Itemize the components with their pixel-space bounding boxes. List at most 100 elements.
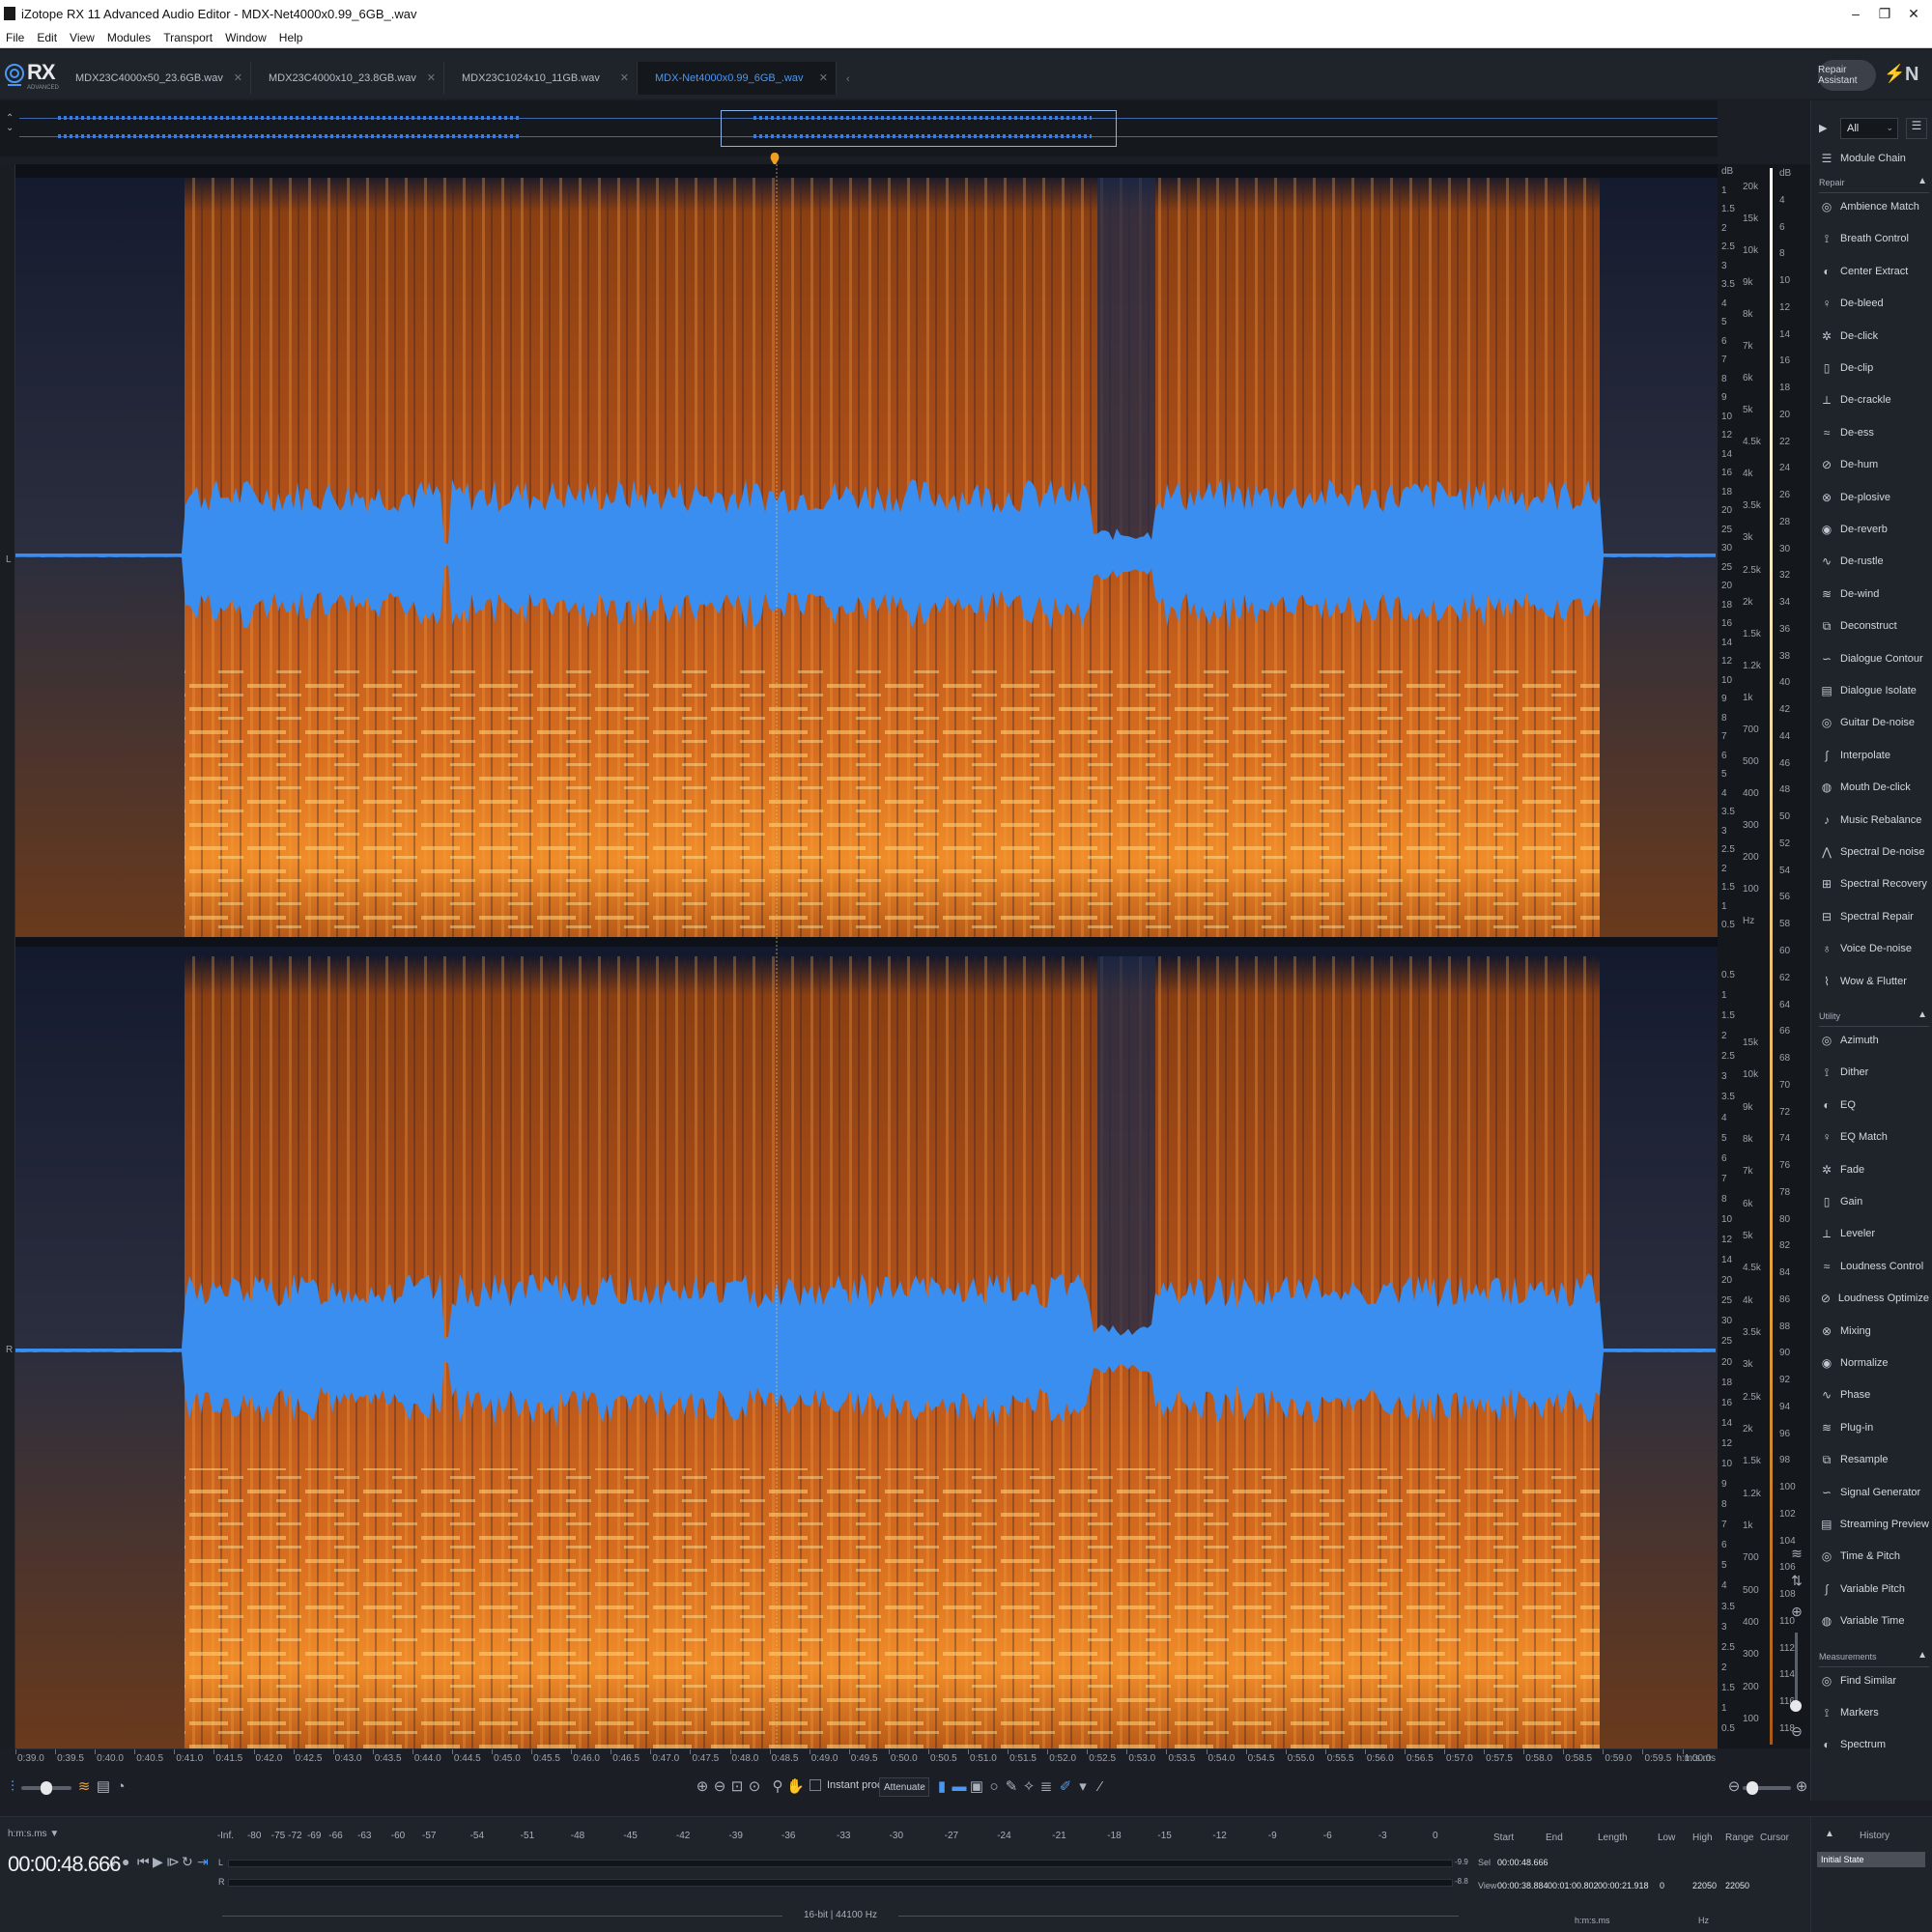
module-spectral-de-noise[interactable]: ⋀ Spectral De-noise (1819, 840, 1929, 864)
blend-slider-knob[interactable] (41, 1781, 52, 1795)
module-guitar-de-noise[interactable]: ◎ Guitar De-noise (1819, 711, 1929, 734)
view-high[interactable]: 22050 (1692, 1881, 1717, 1890)
module-plug-in[interactable]: ≋ Plug-in (1819, 1416, 1929, 1439)
module-wow-flutter[interactable]: ⌇ Wow & Flutter (1819, 970, 1929, 993)
module-de-clip[interactable]: ▯ De-clip (1819, 356, 1929, 380)
view-length[interactable]: 00:00:21.918 (1598, 1881, 1649, 1890)
spectrogram-view-icon[interactable]: ≋ (75, 1777, 93, 1797)
brush-icon[interactable]: ✎ (1003, 1777, 1020, 1797)
zoom-in-icon[interactable]: ⊕ (694, 1777, 711, 1797)
zoom-full-icon[interactable]: ⊙ (746, 1777, 763, 1797)
menu-transport[interactable]: Transport (157, 31, 219, 44)
vertical-zoom-slider[interactable] (1790, 1633, 1802, 1712)
collapse-arrow-icon[interactable]: ▲ (1918, 1650, 1927, 1661)
module-mouth-de-click[interactable]: ◍ Mouth De-click (1819, 776, 1929, 799)
play-triangle-icon[interactable]: ▶ (1819, 122, 1827, 134)
pencil-icon[interactable]: ✐ (1057, 1777, 1074, 1797)
module-ambience-match[interactable]: ◎ Ambience Match (1819, 195, 1929, 218)
module-section-utility[interactable]: Utility ▲ (1819, 1008, 1929, 1027)
waveform-view-icon[interactable]: ⫶ (4, 1777, 21, 1797)
menu-window[interactable]: Window (219, 31, 273, 44)
zoom-out-vertical-icon[interactable]: ⊖ (1787, 1723, 1806, 1743)
module-spectrum[interactable]: ◐ Spectrum (1819, 1733, 1929, 1756)
zoom-out-icon[interactable]: ⊖ (711, 1777, 728, 1797)
waveform-overview[interactable]: ⌃ ⌄ (0, 100, 1718, 156)
module-de-click[interactable]: ✲ De-click (1819, 325, 1929, 348)
module-de-reverb[interactable]: ◉ De-reverb (1819, 518, 1929, 541)
vertical-zoom-knob[interactable] (1790, 1700, 1802, 1712)
spectrogram-display[interactable] (15, 164, 1718, 1748)
menu-file[interactable]: File (0, 31, 31, 44)
module-dialogue-isolate[interactable]: ▤ Dialogue Isolate (1819, 679, 1929, 702)
zoom-out-horizontal-icon[interactable]: ⊖ (1725, 1777, 1743, 1797)
list-view-icon[interactable]: ▤ (95, 1777, 112, 1797)
lasso-icon[interactable]: ○ (985, 1777, 1003, 1797)
maximize-button[interactable]: ❐ (1870, 0, 1899, 27)
play-selection-icon[interactable]: ⧐ (166, 1854, 180, 1870)
minimize-button[interactable]: – (1841, 0, 1870, 27)
spectrogram-canvas[interactable] (15, 164, 1718, 1748)
zoom-in-horizontal-icon[interactable]: ⊕ (1793, 1777, 1810, 1797)
module-variable-pitch[interactable]: ∫ Variable Pitch (1819, 1577, 1929, 1601)
close-icon[interactable]: ✕ (427, 71, 436, 84)
module-de-plosive[interactable]: ⊗ De-plosive (1819, 486, 1929, 509)
frequency-selection-icon[interactable]: ▬ (951, 1777, 968, 1797)
module-markers[interactable]: ⟟ Markers (1819, 1701, 1929, 1724)
instant-process-mode-select[interactable]: Attenuate ⌄ (879, 1777, 929, 1797)
module-interpolate[interactable]: ∫ Interpolate (1819, 744, 1929, 767)
loop-icon[interactable]: ↻ (182, 1854, 193, 1870)
module-time-pitch[interactable]: ◎ Time & Pitch (1819, 1545, 1929, 1568)
magic-wand-select-icon[interactable]: ✧ (1020, 1777, 1037, 1797)
module-signal-generator[interactable]: ∽ Signal Generator (1819, 1481, 1929, 1504)
module-variable-time[interactable]: ◍ Variable Time (1819, 1609, 1929, 1633)
tool-options-icon[interactable]: ▾ (1074, 1777, 1092, 1797)
module-eq[interactable]: ◐ EQ (1819, 1094, 1929, 1117)
module-gain[interactable]: ▯ Gain (1819, 1190, 1929, 1213)
module-azimuth[interactable]: ◎ Azimuth (1819, 1029, 1929, 1052)
overview-collapse-icon[interactable]: ⌃ ⌄ (6, 114, 14, 133)
module-de-bleed[interactable]: ♀ De-bleed (1819, 292, 1929, 315)
spectrogram-blend-slider[interactable] (21, 1781, 71, 1795)
view-range[interactable]: 22050 (1725, 1881, 1749, 1890)
module-de-hum[interactable]: ⊘ De-hum (1819, 453, 1929, 476)
collapse-arrow-icon[interactable]: ▲ (1918, 1009, 1927, 1020)
sel-start[interactable]: 00:00:48.666 (1497, 1858, 1548, 1867)
module-section-measurements[interactable]: Measurements ▲ (1819, 1648, 1929, 1667)
close-button[interactable]: ✕ (1899, 0, 1928, 27)
module-phase[interactable]: ∿ Phase (1819, 1383, 1929, 1406)
menu-edit[interactable]: Edit (31, 31, 64, 44)
module-music-rebalance[interactable]: ♪ Music Rebalance (1819, 809, 1929, 832)
clock-icon[interactable]: ◔ (112, 1777, 129, 1797)
module-fade[interactable]: ✲ Fade (1819, 1158, 1929, 1181)
module-dither[interactable]: ⟟ Dither (1819, 1061, 1929, 1084)
module-mixing[interactable]: ⊗ Mixing (1819, 1320, 1929, 1343)
module-streaming-preview[interactable]: ▤ Streaming Preview (1819, 1513, 1929, 1536)
waveform-toggle-icon[interactable]: ⇅ (1787, 1573, 1806, 1592)
module-spectral-repair[interactable]: ⊟ Spectral Repair (1819, 905, 1929, 928)
zoom-selection-icon[interactable]: ⊡ (728, 1777, 746, 1797)
module-filter-select[interactable]: All ⌄ (1840, 118, 1898, 139)
module-leveler[interactable]: ⟂ Leveler (1819, 1222, 1929, 1245)
module-spectral-recovery[interactable]: ⊞ Spectral Recovery (1819, 872, 1929, 895)
menu-list-icon[interactable]: ☰ (1906, 118, 1927, 139)
spectrogram-settings-icon[interactable]: ≋ (1787, 1546, 1806, 1565)
overview-view-rectangle[interactable] (721, 110, 1117, 147)
menu-help[interactable]: Help (273, 31, 310, 44)
module-de-rustle[interactable]: ∿ De-rustle (1819, 550, 1929, 573)
instant-process-checkbox[interactable] (810, 1779, 821, 1791)
module-loudness-control[interactable]: ≈ Loudness Control (1819, 1255, 1929, 1278)
close-icon[interactable]: ✕ (234, 71, 242, 84)
module-de-ess[interactable]: ≈ De-ess (1819, 421, 1929, 444)
magic-wand-icon[interactable]: ⚡ (1884, 64, 1905, 87)
zoom-in-vertical-icon[interactable]: ⊕ (1787, 1604, 1806, 1623)
module-de-crackle[interactable]: ⟂ De-crackle (1819, 388, 1929, 412)
module-section-repair[interactable]: Repair ▲ (1819, 174, 1929, 193)
magnify-icon[interactable]: ⚲ (769, 1777, 786, 1797)
follow-playhead-icon[interactable]: ⇥ (197, 1854, 209, 1870)
draw-icon[interactable]: ⁄ (1092, 1777, 1109, 1797)
file-tab-4[interactable]: MDX-Net4000x0.99_6GB_.wav ✕ (638, 62, 837, 95)
history-item[interactable]: Initial State (1817, 1852, 1925, 1867)
skip-back-icon[interactable]: ⏮ (137, 1854, 150, 1870)
module-deconstruct[interactable]: ⧉ Deconstruct (1819, 614, 1929, 638)
record-icon[interactable]: ● (122, 1854, 129, 1869)
